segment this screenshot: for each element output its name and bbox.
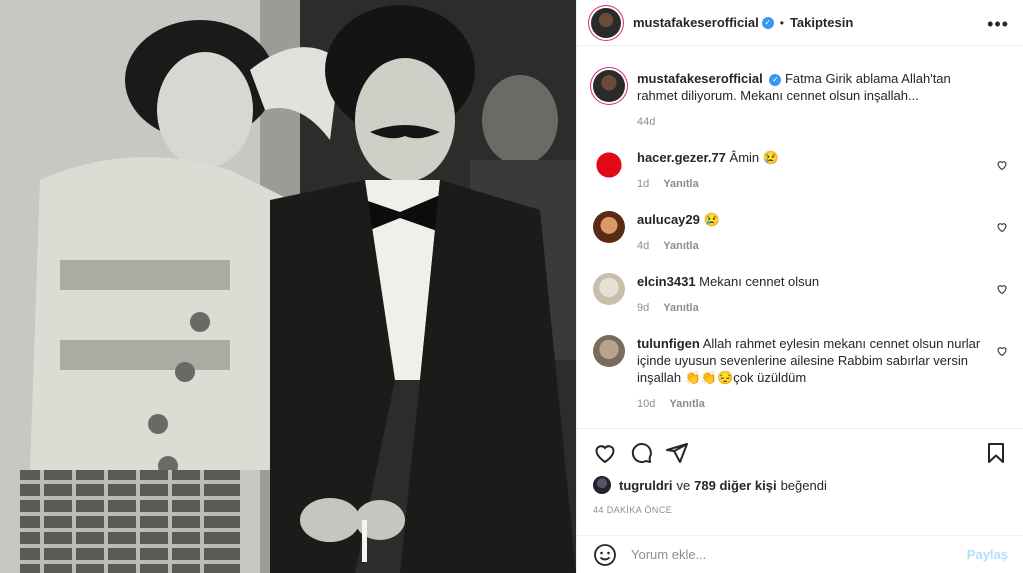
- author-username[interactable]: mustafakeserofficial: [633, 15, 759, 30]
- comment-text: 😢: [703, 212, 720, 227]
- heart-icon[interactable]: [593, 441, 617, 465]
- reply-button[interactable]: Yanıtla: [663, 302, 698, 314]
- caption-avatar[interactable]: [593, 70, 625, 102]
- commenter-avatar[interactable]: [593, 149, 625, 181]
- post-header: mustafakeserofficial ✓ • Takiptesin •••: [577, 0, 1023, 46]
- reply-button[interactable]: Yanıtla: [663, 178, 698, 190]
- likes-count[interactable]: 789 diğer kişi: [694, 478, 776, 493]
- comment-like-heart-icon[interactable]: [996, 283, 1008, 295]
- verified-badge-icon: ✓: [761, 16, 774, 29]
- caption-username[interactable]: mustafakeserofficial: [637, 71, 763, 86]
- commenter-avatar[interactable]: [593, 335, 625, 367]
- liker-avatar[interactable]: [593, 476, 611, 494]
- author-avatar[interactable]: [591, 7, 621, 38]
- comment-meta: 9d Yanıtla: [637, 300, 992, 317]
- reply-button[interactable]: Yanıtla: [669, 398, 704, 410]
- likes-summary: tugruldri ve 789 diğer kişi beğendi: [593, 476, 827, 494]
- comment-item: elcin3431 Mekanı cennet olsun 9d Yanıtla: [593, 273, 1008, 317]
- comment-like-heart-icon[interactable]: [996, 345, 1008, 357]
- likes-connector: ve: [676, 477, 691, 493]
- commenter-avatar[interactable]: [593, 273, 625, 305]
- comment-age[interactable]: 9d: [637, 302, 649, 314]
- post-timestamp[interactable]: 44 DAKİKA ÖNCE: [593, 505, 672, 515]
- photo-illustration: [0, 0, 576, 573]
- reply-button[interactable]: Yanıtla: [663, 240, 698, 252]
- comment-icon[interactable]: [629, 441, 653, 465]
- comment-meta: 10d Yanıtla: [637, 396, 992, 413]
- comment-item: aulucay29 😢 4d Yanıtla: [593, 211, 1008, 255]
- verified-badge-icon: ✓: [769, 73, 782, 86]
- emoji-icon[interactable]: [593, 543, 617, 567]
- comment-username[interactable]: aulucay29: [637, 212, 700, 227]
- comment-body: aulucay29 😢 4d Yanıtla: [637, 211, 992, 255]
- commenter-avatar[interactable]: [593, 211, 625, 243]
- comment-like-heart-icon[interactable]: [996, 221, 1008, 233]
- more-options-icon[interactable]: •••: [987, 14, 1009, 35]
- comment-body: tulunfigen Allah rahmet eylesin mekanı c…: [637, 335, 992, 413]
- follow-status-button[interactable]: Takiptesin: [790, 15, 853, 30]
- comment-like-heart-icon[interactable]: [996, 159, 1008, 171]
- post-photo[interactable]: [0, 0, 576, 573]
- comment-age[interactable]: 10d: [637, 398, 655, 410]
- comment-age[interactable]: 1d: [637, 178, 649, 190]
- comment-body: hacer.gezer.77 Âmin 😢 1d Yanıtla: [637, 149, 992, 193]
- comment-meta: 4d Yanıtla: [637, 238, 992, 255]
- post-details-panel: mustafakeserofficial ✓ • Takiptesin ••• …: [576, 0, 1023, 573]
- comments-list: mustafakeserofficial ✓ Fatma Girik ablam…: [577, 56, 1023, 428]
- action-bar: [577, 428, 1023, 476]
- first-liker-username[interactable]: tugruldri: [619, 478, 672, 493]
- caption-body: mustafakeserofficial ✓ Fatma Girik ablam…: [637, 70, 992, 131]
- comment-username[interactable]: elcin3431: [637, 274, 696, 289]
- comment-meta: 1d Yanıtla: [637, 176, 992, 193]
- comment-item: tulunfigen Allah rahmet eylesin mekanı c…: [593, 335, 1008, 413]
- share-icon[interactable]: [665, 441, 689, 465]
- caption-age[interactable]: 44d: [637, 116, 655, 128]
- likes-suffix: beğendi: [780, 477, 827, 493]
- separator-dot: •: [779, 15, 784, 30]
- comment-input[interactable]: Yorum ekle...: [631, 547, 967, 562]
- comment-text: Mekanı cennet olsun: [699, 274, 820, 289]
- comment-text: Âmin 😢: [729, 150, 779, 165]
- add-comment-bar: Yorum ekle... Paylaş: [577, 535, 1023, 573]
- caption: mustafakeserofficial ✓ Fatma Girik ablam…: [593, 70, 1008, 131]
- caption-meta: 44d: [637, 114, 992, 131]
- comment-username[interactable]: tulunfigen: [637, 336, 700, 351]
- comment-age[interactable]: 4d: [637, 240, 649, 252]
- bookmark-icon[interactable]: [984, 441, 1008, 465]
- comment-item: hacer.gezer.77 Âmin 😢 1d Yanıtla: [593, 149, 1008, 193]
- comment-username[interactable]: hacer.gezer.77: [637, 150, 726, 165]
- post-comment-button[interactable]: Paylaş: [967, 547, 1008, 562]
- comment-body: elcin3431 Mekanı cennet olsun 9d Yanıtla: [637, 273, 992, 317]
